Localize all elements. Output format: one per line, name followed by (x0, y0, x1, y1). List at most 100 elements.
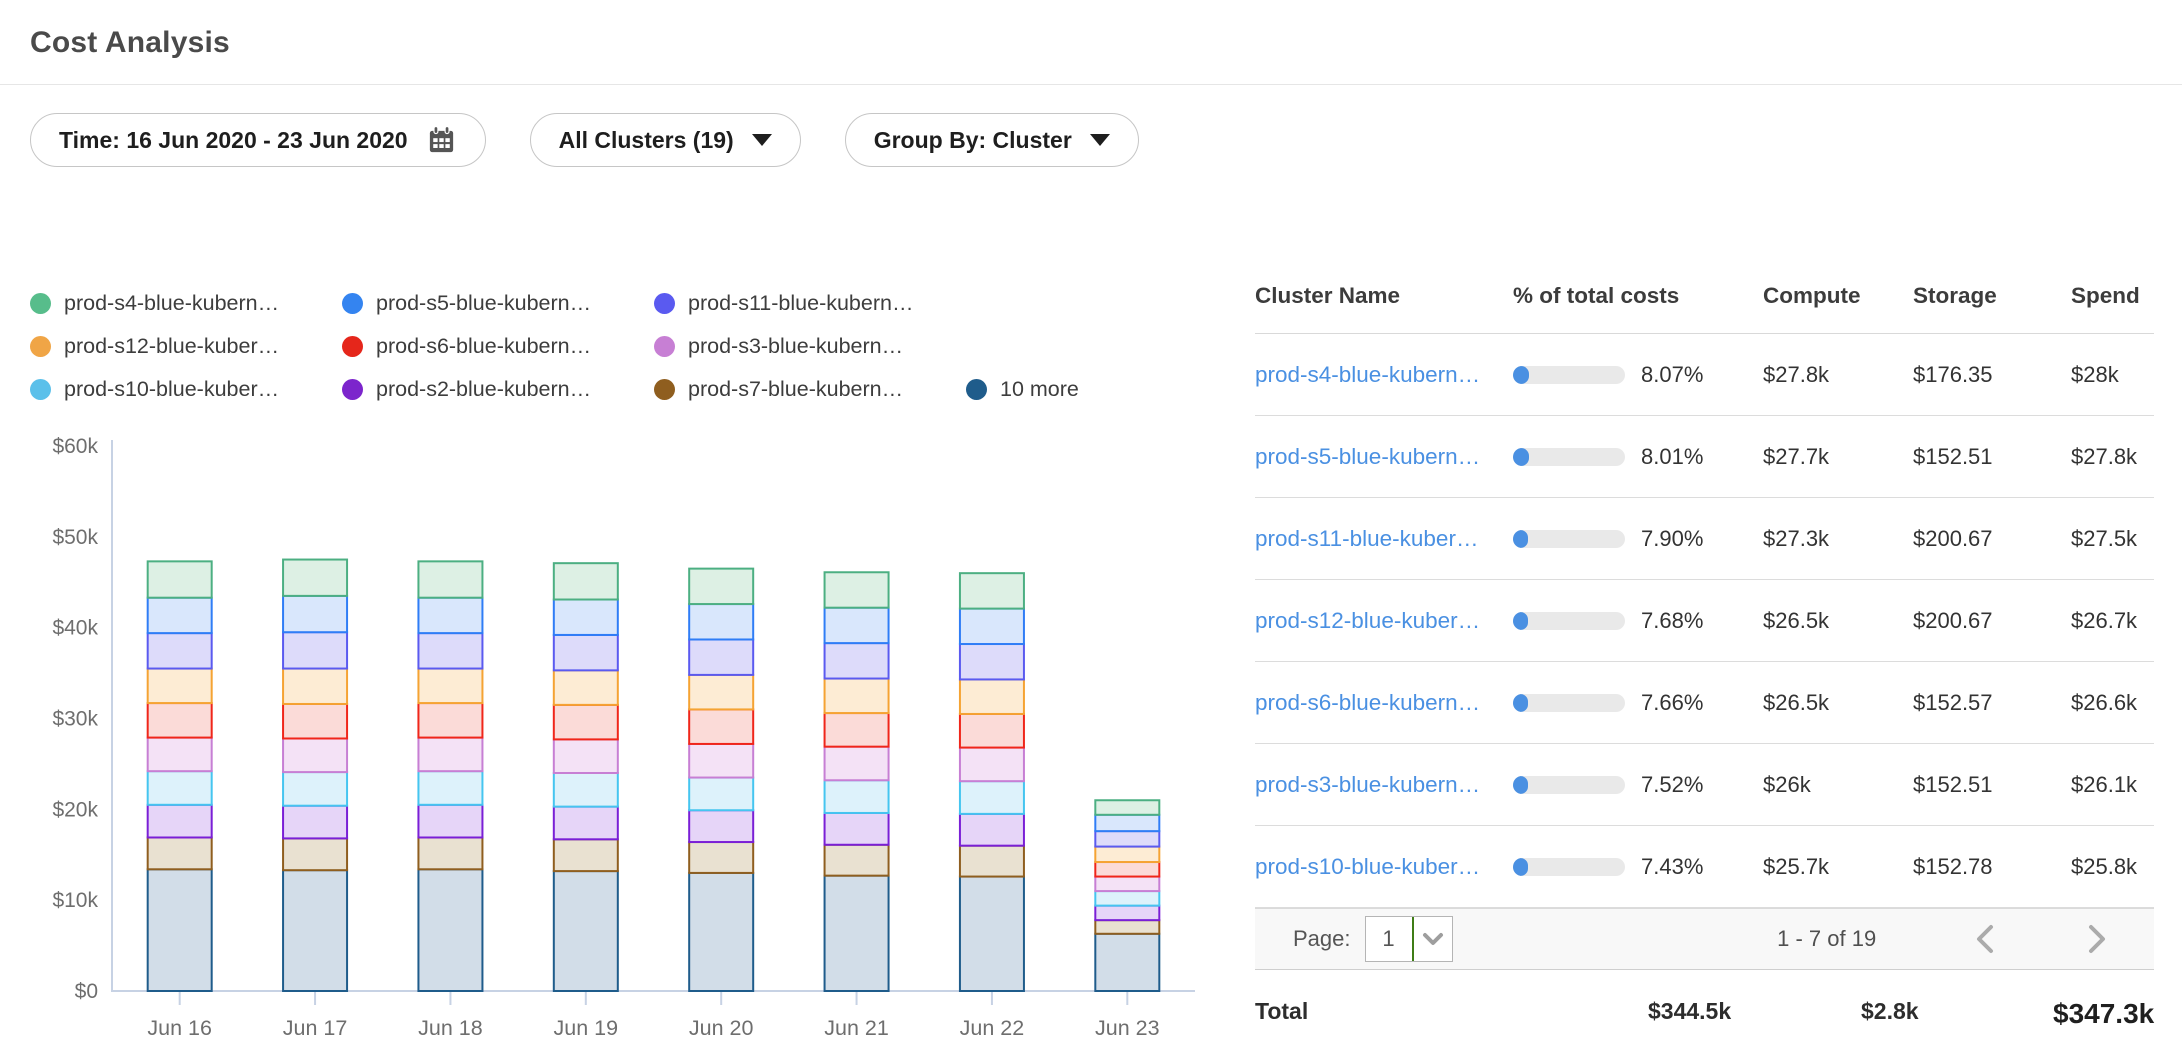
pagination-bar: Page: 1 1 - 7 of 19 (1255, 908, 2154, 970)
header-divider (0, 84, 2182, 85)
cluster-name-link[interactable]: prod-s6-blue-kubern… (1255, 690, 1513, 716)
pct-value: 8.01% (1641, 444, 1703, 470)
stacked-bar-chart[interactable]: $0$10k$20k$30k$40k$50k$60kJun 16Jun 17Ju… (30, 418, 1255, 1048)
svg-text:Jun 21: Jun 21 (824, 1016, 889, 1040)
legend-color-dot (342, 336, 363, 357)
pagination-nav (1972, 922, 2110, 956)
pct-cell: 8.01% (1513, 444, 1763, 470)
pct-cell: 7.90% (1513, 526, 1763, 552)
spend-value: $26.1k (2071, 772, 2154, 798)
compute-value: $26.5k (1763, 690, 1913, 716)
storage-value: $152.78 (1913, 854, 2071, 880)
pct-progress-bar (1513, 694, 1625, 712)
legend-label: prod-s7-blue-kubern… (688, 377, 903, 402)
clusters-filter-label: All Clusters (19) (559, 127, 734, 154)
spend-value: $28k (2071, 362, 2154, 388)
pct-progress-bar (1513, 448, 1625, 466)
group-by-label: Group By: Cluster (874, 127, 1072, 154)
page-select-value: 1 (1366, 917, 1412, 961)
legend-item[interactable]: 10 more (966, 377, 1079, 402)
compute-value: $27.8k (1763, 362, 1913, 388)
total-label: Total (1255, 998, 1513, 1025)
table-row: prod-s4-blue-kubern… 8.07% $27.8k $176.3… (1255, 334, 2154, 416)
cluster-name-link[interactable]: prod-s12-blue-kuber… (1255, 608, 1513, 634)
legend-item[interactable]: prod-s5-blue-kubern… (342, 291, 654, 316)
legend-label: prod-s3-blue-kubern… (688, 334, 903, 359)
svg-text:$0: $0 (75, 980, 98, 1003)
cluster-name-link[interactable]: prod-s4-blue-kubern… (1255, 362, 1513, 388)
cluster-name-link[interactable]: prod-s5-blue-kubern… (1255, 444, 1513, 470)
svg-text:Jun 23: Jun 23 (1095, 1016, 1160, 1040)
legend-color-dot (342, 379, 363, 400)
legend-item[interactable]: prod-s10-blue-kuber… (30, 377, 342, 402)
clusters-filter-dropdown[interactable]: All Clusters (19) (530, 113, 801, 167)
svg-text:Jun 19: Jun 19 (554, 1016, 619, 1040)
next-page-button[interactable] (2084, 922, 2110, 956)
previous-page-button[interactable] (1972, 922, 1998, 956)
legend-item[interactable]: prod-s7-blue-kubern… (654, 377, 966, 402)
legend-label: 10 more (1000, 377, 1079, 402)
pct-value: 7.66% (1641, 690, 1703, 716)
legend-item[interactable]: prod-s2-blue-kubern… (342, 377, 654, 402)
svg-text:Jun 22: Jun 22 (960, 1016, 1025, 1040)
pct-cell: 7.66% (1513, 690, 1763, 716)
table-header: Cluster Name % of total costs Compute St… (1255, 283, 2154, 334)
legend-item[interactable]: prod-s11-blue-kubern… (654, 291, 966, 316)
page-select[interactable]: 1 (1365, 916, 1453, 962)
chart-section: prod-s4-blue-kubern… prod-s5-blue-kubern… (30, 255, 1255, 1048)
main-content: prod-s4-blue-kubern… prod-s5-blue-kubern… (0, 255, 2182, 1048)
table-row: prod-s3-blue-kubern… 7.52% $26k $152.51 … (1255, 744, 2154, 826)
spend-value: $26.7k (2071, 608, 2154, 634)
col-header-compute: Compute (1763, 283, 1913, 309)
storage-value: $152.51 (1913, 444, 2071, 470)
svg-text:$50k: $50k (52, 526, 98, 549)
cost-table-section: Cluster Name % of total costs Compute St… (1255, 255, 2182, 1048)
legend-color-dot (654, 379, 675, 400)
chevron-down-icon (752, 134, 772, 146)
legend-color-dot (342, 293, 363, 314)
spend-value: $25.8k (2071, 854, 2154, 880)
calendar-icon (426, 125, 457, 156)
pct-progress-bar (1513, 366, 1625, 384)
pct-cell: 7.43% (1513, 854, 1763, 880)
pagination-range: 1 - 7 of 19 (1777, 926, 1876, 952)
table-row: prod-s12-blue-kuber… 7.68% $26.5k $200.6… (1255, 580, 2154, 662)
group-by-dropdown[interactable]: Group By: Cluster (845, 113, 1139, 167)
total-row: Total $344.5k $2.8k $347.3k (1255, 970, 2154, 1030)
cluster-name-link[interactable]: prod-s11-blue-kuber… (1255, 526, 1513, 552)
storage-value: $152.51 (1913, 772, 2071, 798)
legend-item[interactable]: prod-s6-blue-kubern… (342, 334, 654, 359)
svg-text:$10k: $10k (52, 889, 98, 912)
compute-value: $26.5k (1763, 608, 1913, 634)
legend-label: prod-s6-blue-kubern… (376, 334, 591, 359)
legend-label: prod-s10-blue-kuber… (64, 377, 279, 402)
legend-label: prod-s5-blue-kubern… (376, 291, 591, 316)
pct-value: 7.68% (1641, 608, 1703, 634)
cluster-name-link[interactable]: prod-s3-blue-kubern… (1255, 772, 1513, 798)
pct-value: 8.07% (1641, 362, 1703, 388)
col-header-cluster-name: Cluster Name (1255, 283, 1513, 309)
pct-cell: 8.07% (1513, 362, 1763, 388)
pct-progress-bar (1513, 858, 1625, 876)
legend-item[interactable]: prod-s3-blue-kubern… (654, 334, 966, 359)
compute-value: $27.7k (1763, 444, 1913, 470)
table-row: prod-s6-blue-kubern… 7.66% $26.5k $152.5… (1255, 662, 2154, 744)
legend-color-dot (966, 379, 987, 400)
time-range-filter[interactable]: Time: 16 Jun 2020 - 23 Jun 2020 (30, 113, 486, 167)
compute-value: $26k (1763, 772, 1913, 798)
chevron-down-icon (1414, 917, 1452, 961)
legend-item[interactable]: prod-s4-blue-kubern… (30, 291, 342, 316)
page-label: Page: (1293, 926, 1351, 952)
legend-item[interactable]: prod-s12-blue-kuber… (30, 334, 342, 359)
svg-text:Jun 17: Jun 17 (283, 1016, 348, 1040)
total-storage: $2.8k (1861, 998, 2071, 1025)
col-header-pct-total: % of total costs (1513, 283, 1763, 309)
col-header-storage: Storage (1913, 283, 2071, 309)
cluster-name-link[interactable]: prod-s10-blue-kuber… (1255, 854, 1513, 880)
time-range-label: Time: 16 Jun 2020 - 23 Jun 2020 (59, 127, 408, 154)
compute-value: $27.3k (1763, 526, 1913, 552)
svg-text:$60k: $60k (52, 435, 98, 458)
spend-value: $26.6k (2071, 690, 2154, 716)
compute-value: $25.7k (1763, 854, 1913, 880)
legend-label: prod-s12-blue-kuber… (64, 334, 279, 359)
